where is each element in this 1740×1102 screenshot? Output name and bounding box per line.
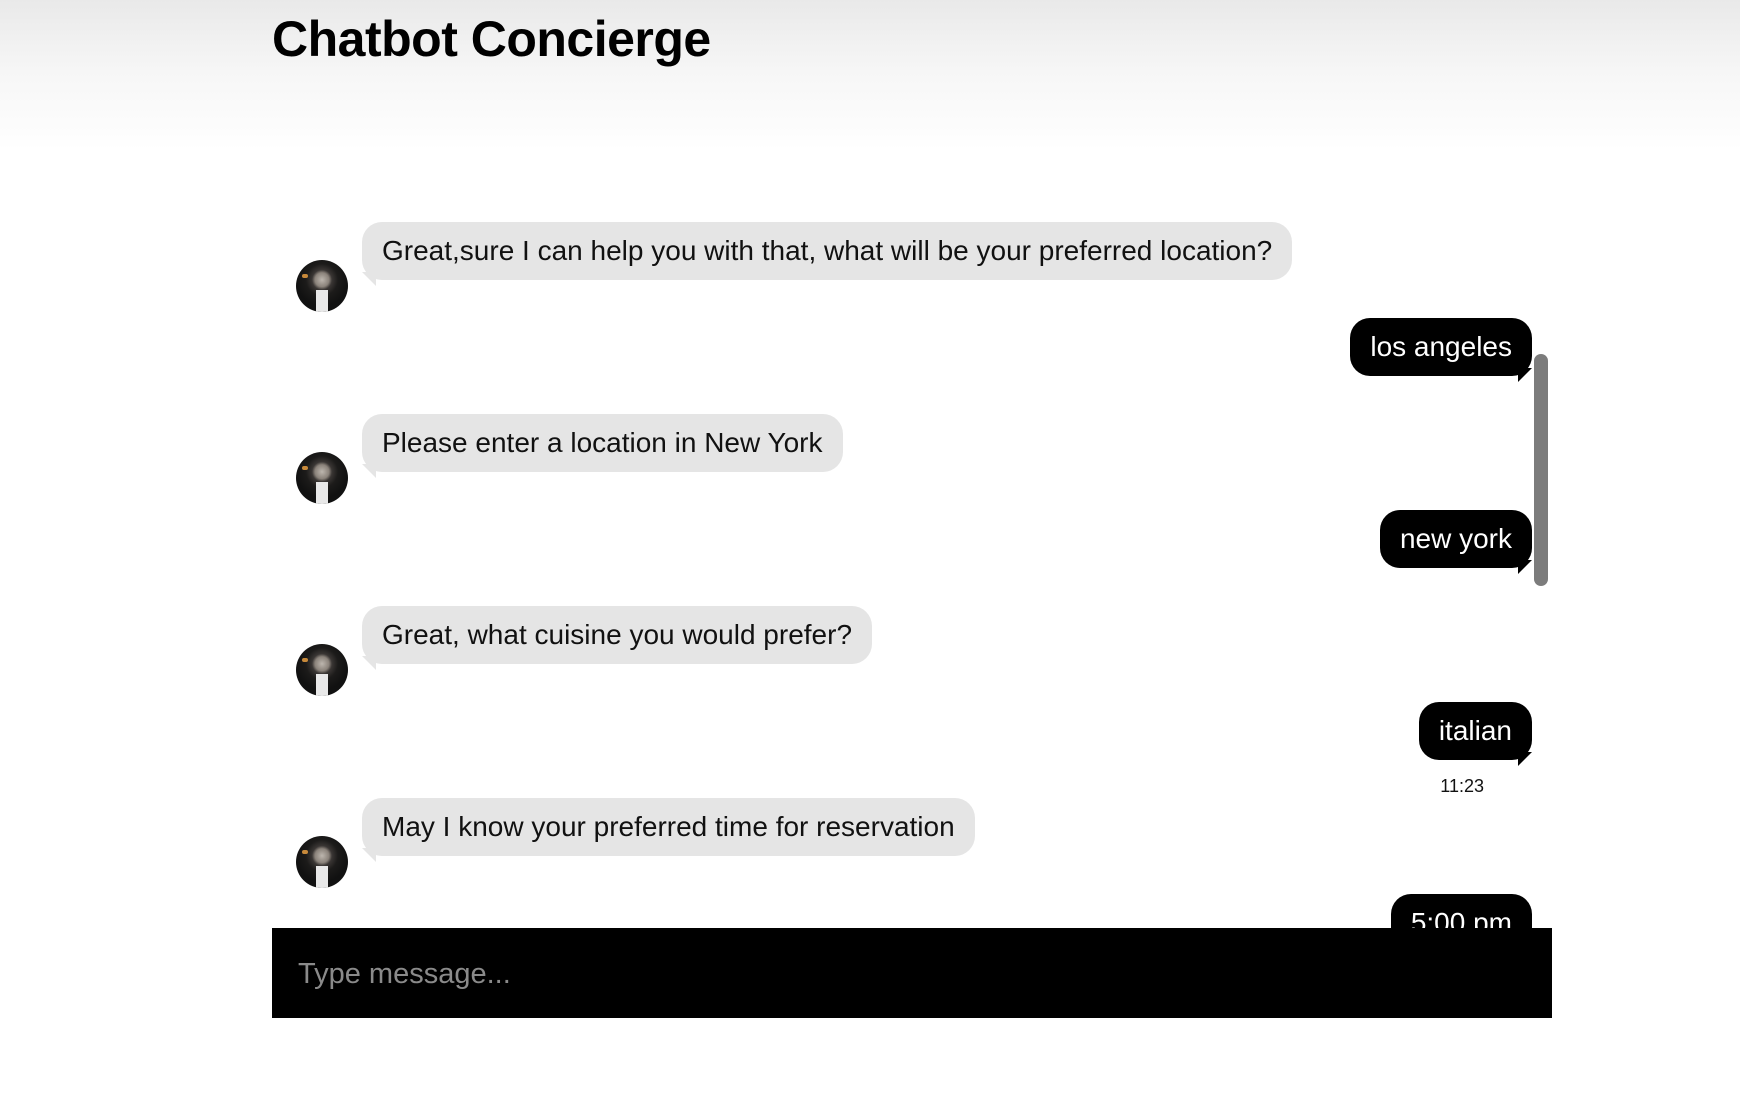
bubble-tail — [1518, 752, 1532, 766]
user-message-text: italian — [1418, 702, 1532, 760]
bubble-tail — [362, 272, 376, 286]
message-composer — [272, 928, 1552, 1020]
bubble-tail — [362, 656, 376, 670]
bot-message-text: Please enter a location in New York — [362, 414, 843, 472]
bot-message: Please enter a location in New York — [272, 414, 1552, 510]
bubble-tail — [362, 848, 376, 862]
chat-page: Chatbot Concierge Great,sure I can help … — [0, 0, 1740, 1102]
bubble-tail — [1518, 368, 1532, 382]
user-message-text: los angeles — [1350, 318, 1532, 376]
bot-message-text: Great,sure I can help you with that, wha… — [362, 222, 1293, 280]
message-input[interactable] — [296, 928, 1530, 1020]
chat-scrollbar[interactable] — [1534, 354, 1548, 586]
user-message-text: new york — [1379, 510, 1532, 568]
bot-avatar — [296, 644, 348, 696]
bot-message: Great,sure I can help you with that, wha… — [272, 222, 1552, 318]
user-message-text: 5:00 pm — [1390, 894, 1532, 928]
bot-avatar — [296, 260, 348, 312]
bot-message: May I know your preferred time for reser… — [272, 798, 1552, 894]
user-message: italian 11:23 — [272, 702, 1552, 798]
message-list[interactable]: Great,sure I can help you with that, wha… — [272, 200, 1552, 928]
bot-avatar — [296, 452, 348, 504]
page-title: Chatbot Concierge — [272, 11, 711, 67]
bubble-tail — [1518, 560, 1532, 574]
bot-message-text: May I know your preferred time for reser… — [362, 798, 975, 856]
bot-avatar — [296, 836, 348, 888]
bubble-tail — [362, 464, 376, 478]
bot-message-text: Great, what cuisine you would prefer? — [362, 606, 873, 664]
message-timestamp: 11:23 — [1440, 776, 1484, 796]
user-message: los angeles — [272, 318, 1552, 414]
bot-message: Great, what cuisine you would prefer? — [272, 606, 1552, 702]
user-message: 5:00 pm — [272, 894, 1552, 928]
user-message: new york — [272, 510, 1552, 606]
